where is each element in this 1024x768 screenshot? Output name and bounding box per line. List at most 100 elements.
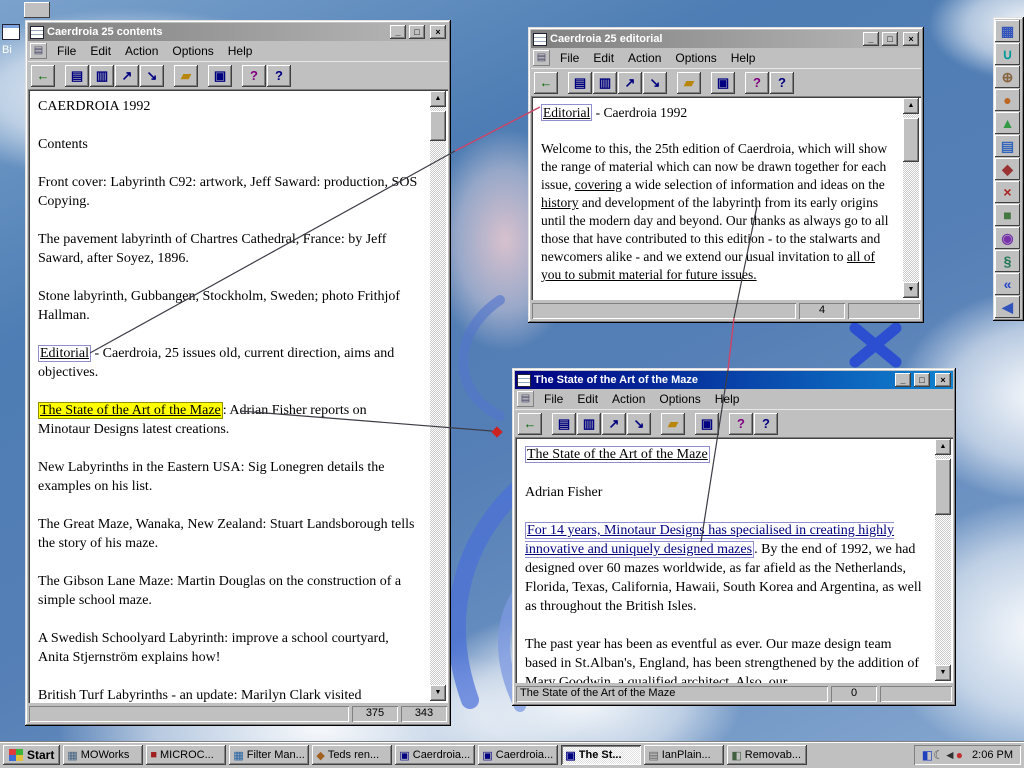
titlebar[interactable]: Caerdroia 25 editorial _ □ × [531,30,921,48]
copy-document-icon[interactable]: ▤ [65,64,89,87]
menu-edit[interactable]: Edit [83,42,118,60]
app-icon-9[interactable]: ■ [995,204,1020,226]
clock[interactable]: 2:06 PM [968,749,1013,761]
scrollbar-track[interactable] [935,455,951,665]
app-icon-10[interactable]: ◉ [995,227,1020,249]
link-back-icon[interactable]: ↘ [140,64,164,87]
menu-options[interactable]: Options [668,49,723,67]
menu-options[interactable]: Options [165,42,220,60]
app-icon-1[interactable]: ▦ [995,20,1020,42]
copy-page-icon[interactable]: ▣ [711,71,735,94]
duplicate-document-icon[interactable]: ▥ [577,412,601,435]
titlebar[interactable]: The State of the Art of the Maze _ □ × [515,371,953,389]
duplicate-document-icon[interactable]: ▥ [90,64,114,87]
copy-page-icon[interactable]: ▣ [695,412,719,435]
back-icon[interactable]: ← [518,412,542,435]
open-folder-icon[interactable]: ▰ [677,71,701,94]
app-icon-4[interactable]: ● [995,89,1020,111]
vertical-scrollbar[interactable]: ▲ ▼ [430,91,446,701]
app-icon-8[interactable]: × [995,181,1020,203]
duplicate-document-icon[interactable]: ▥ [593,71,617,94]
copy-document-icon[interactable]: ▤ [568,71,592,94]
scroll-up-button[interactable]: ▲ [903,98,919,114]
help-icon[interactable]: ? [745,71,769,94]
scrollbar-track[interactable] [903,114,919,282]
menu-options[interactable]: Options [652,390,707,408]
hyperlink[interactable]: Editorial [38,345,91,362]
app-icon-5[interactable]: ▲ [995,112,1020,134]
minimize-button[interactable]: _ [895,373,911,387]
close-button[interactable]: × [430,25,446,39]
network-status-icon[interactable]: ◧ [922,748,933,762]
scrollbar-thumb[interactable] [430,111,446,141]
hyperlink[interactable]: The State of the Art of the Maze [525,446,710,463]
vertical-scrollbar[interactable]: ▲ ▼ [903,98,919,298]
close-button[interactable]: × [903,32,919,46]
menu-edit[interactable]: Edit [570,390,605,408]
app-icon-2[interactable]: ∪ [995,43,1020,65]
start-button[interactable]: Start [3,745,61,765]
scroll-down-button[interactable]: ▼ [903,282,919,298]
menu-help[interactable]: Help [221,42,260,60]
minimize-button[interactable]: _ [390,25,406,39]
context-help-icon[interactable]: ? [770,71,794,94]
volume-icon[interactable]: ◄ [944,748,956,762]
maximize-button[interactable]: □ [882,32,898,46]
scroll-down-button[interactable]: ▼ [430,685,446,701]
alert-icon[interactable]: ● [956,748,963,762]
open-folder-icon[interactable]: ▰ [661,412,685,435]
maximize-button[interactable]: □ [914,373,930,387]
scroll-down-button[interactable]: ▼ [935,665,951,681]
app-icon-7[interactable]: ◆ [995,158,1020,180]
app-icon-6[interactable]: ▤ [995,135,1020,157]
app-icon-11[interactable]: § [995,250,1020,272]
menu-edit[interactable]: Edit [586,49,621,67]
menu-file[interactable]: File [537,390,570,408]
context-help-icon[interactable]: ? [754,412,778,435]
taskbar-button[interactable]: ◧ Removab... [727,745,808,765]
taskbar-button[interactable]: ▤ IanPlain... [644,745,725,765]
vertical-scrollbar[interactable]: ▲ ▼ [935,439,951,681]
app-icon-13[interactable]: ◀ [995,296,1020,318]
scrollbar-thumb[interactable] [903,118,919,162]
link-back-icon[interactable]: ↘ [643,71,667,94]
back-icon[interactable]: ← [534,71,558,94]
hyperlink[interactable]: Editorial [541,104,593,121]
scrollbar-track[interactable] [430,107,446,685]
link-forward-icon[interactable]: ↗ [115,64,139,87]
menu-file[interactable]: File [50,42,83,60]
help-icon[interactable]: ? [729,412,753,435]
context-help-icon[interactable]: ? [267,64,291,87]
menu-help[interactable]: Help [708,390,747,408]
text-run[interactable]: history [541,195,579,210]
app-icon-12[interactable]: « [995,273,1020,295]
menu-action[interactable]: Action [621,49,668,67]
scrollbar-thumb[interactable] [935,459,951,515]
scroll-up-button[interactable]: ▲ [430,91,446,107]
link-forward-icon[interactable]: ↗ [602,412,626,435]
taskbar-button[interactable]: ▣ Caerdroia... [395,745,476,765]
copy-document-icon[interactable]: ▤ [552,412,576,435]
menu-action[interactable]: Action [605,390,652,408]
link-forward-icon[interactable]: ↗ [618,71,642,94]
text-run[interactable]: covering [575,177,622,192]
titlebar[interactable]: Caerdroia 25 contents _ □ × [28,23,448,41]
close-button[interactable]: × [935,373,951,387]
copy-page-icon[interactable]: ▣ [208,64,232,87]
minimize-button[interactable]: _ [863,32,879,46]
link-back-icon[interactable]: ↘ [627,412,651,435]
taskbar-button[interactable]: ■ MICROC... [146,745,227,765]
app-icon-3[interactable]: ⊕ [995,66,1020,88]
hyperlink[interactable]: The State of the Art of the Maze [38,402,223,419]
back-icon[interactable]: ← [31,64,55,87]
menu-file[interactable]: File [553,49,586,67]
taskbar-button[interactable]: ▦ MOWorks [63,745,144,765]
menu-action[interactable]: Action [118,42,165,60]
open-folder-icon[interactable]: ▰ [174,64,198,87]
menu-help[interactable]: Help [724,49,763,67]
taskbar-button[interactable]: ▦ Filter Man... [229,745,310,765]
taskbar-button[interactable]: ▣ The St... [561,745,642,765]
maximize-button[interactable]: □ [409,25,425,39]
scroll-up-button[interactable]: ▲ [935,439,951,455]
help-icon[interactable]: ? [242,64,266,87]
